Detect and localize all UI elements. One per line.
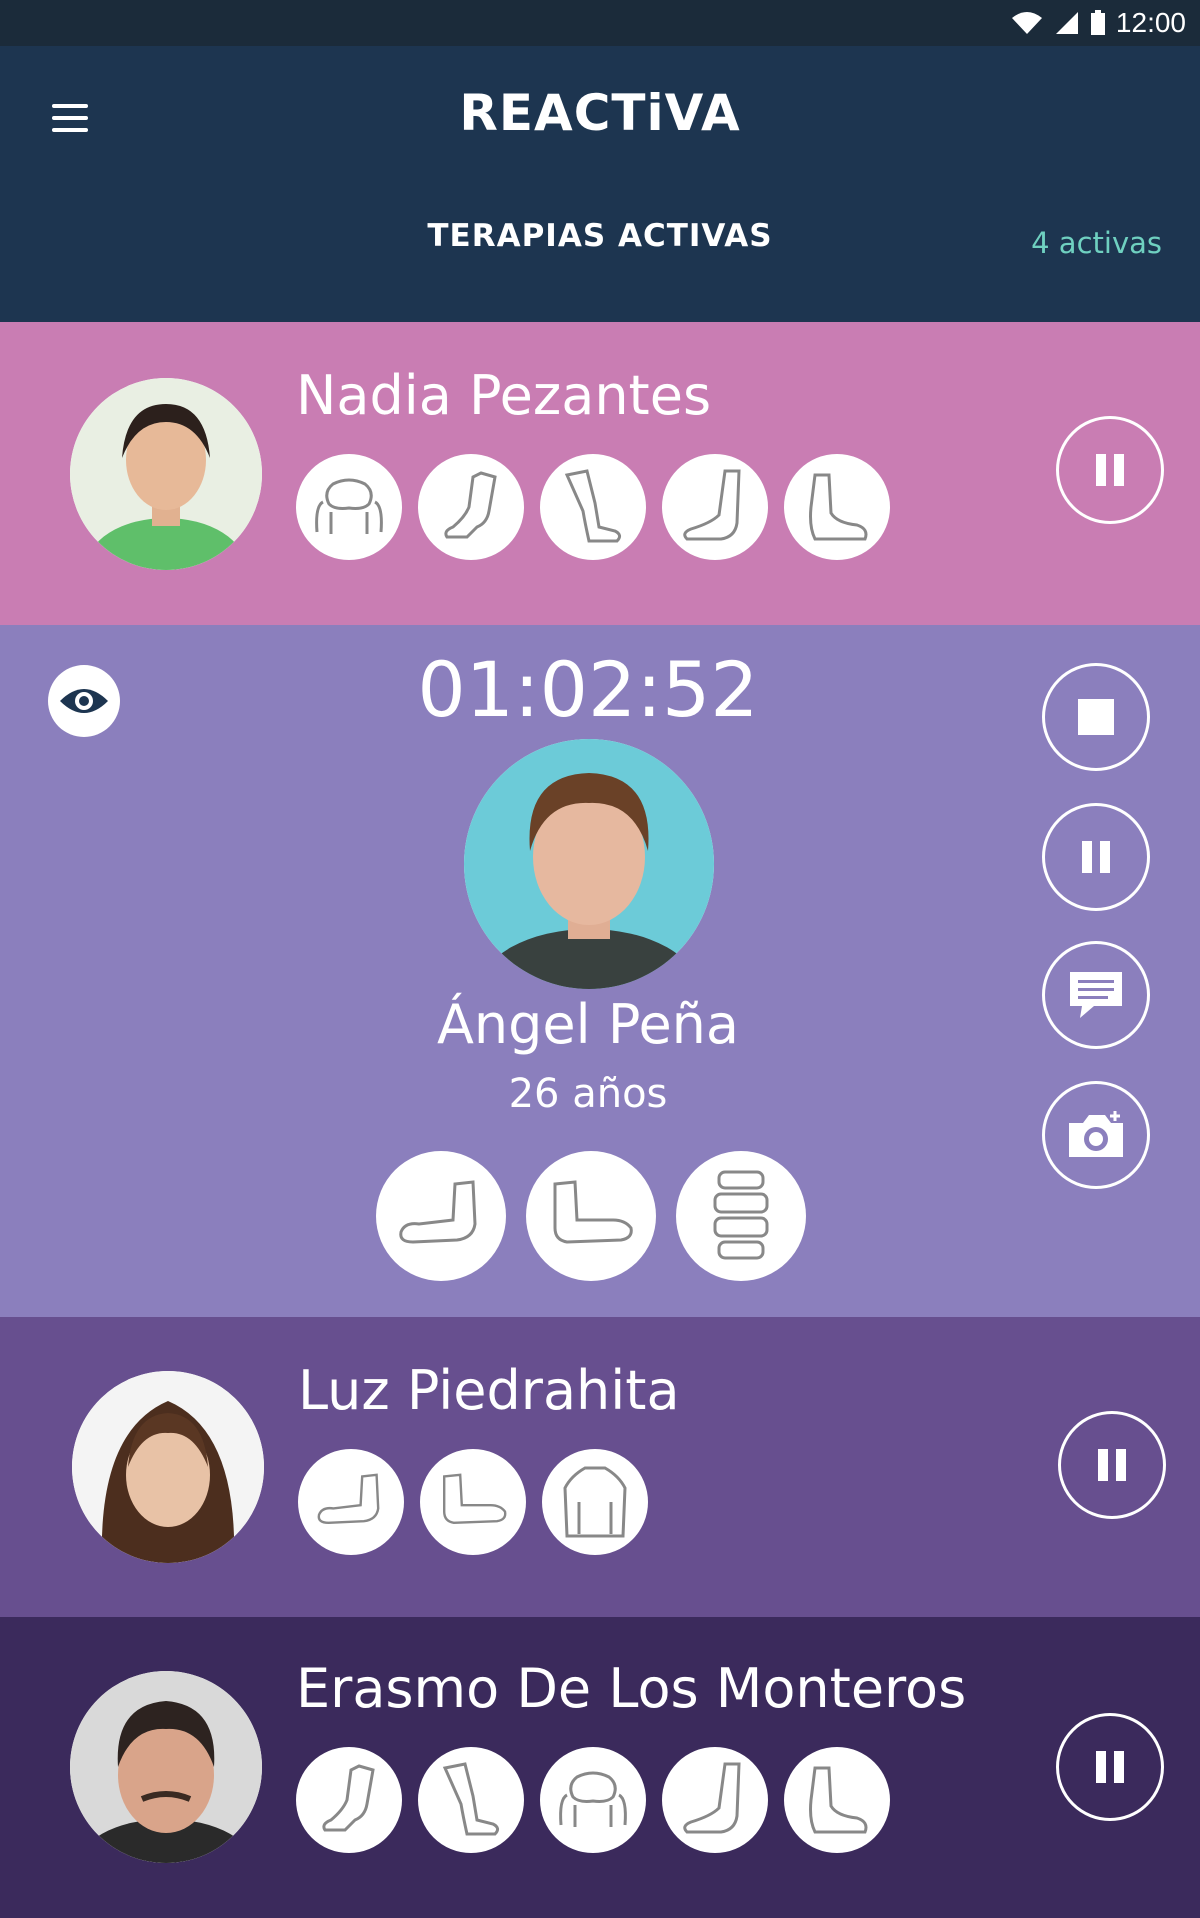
shoulders-icon[interactable] — [296, 454, 402, 560]
pause-button[interactable] — [1056, 1713, 1164, 1821]
back-icon[interactable] — [542, 1449, 648, 1555]
pause-button[interactable] — [1042, 803, 1150, 911]
message-button[interactable] — [1042, 941, 1150, 1049]
shoulders-icon[interactable] — [540, 1747, 646, 1853]
wifi-icon — [1010, 10, 1044, 36]
leg-icon[interactable] — [418, 1747, 524, 1853]
arm-icon[interactable] — [420, 1449, 526, 1555]
avatar — [70, 1671, 262, 1863]
page-title: TERAPIAS ACTIVAS — [427, 218, 773, 254]
therapy-card[interactable]: Nadia Pezantes — [0, 322, 1200, 625]
stop-button[interactable] — [1042, 663, 1150, 771]
therapy-card[interactable]: Erasmo De Los Monteros — [0, 1617, 1200, 1918]
patient-name: Nadia Pezantes — [296, 364, 712, 427]
ankle-icon[interactable] — [662, 454, 768, 560]
patient-name: Luz Piedrahita — [298, 1359, 680, 1422]
therapy-card-expanded[interactable]: 01:02:52 Ángel Peña 26 años — [0, 625, 1200, 1317]
therapy-card[interactable]: Luz Piedrahita — [0, 1317, 1200, 1617]
patient-name: Ángel Peña — [436, 993, 739, 1056]
avatar — [70, 378, 262, 570]
ankle-icon[interactable] — [662, 1747, 768, 1853]
status-time: 12:00 — [1115, 7, 1186, 38]
session-timer: 01:02:52 — [417, 645, 759, 734]
foot-icon[interactable] — [784, 454, 890, 560]
elbow-icon[interactable] — [376, 1151, 506, 1281]
pause-button[interactable] — [1058, 1411, 1166, 1519]
signal-icon — [1054, 10, 1080, 36]
status-bar: 12:00 — [0, 0, 1200, 46]
avatar — [464, 739, 714, 989]
foot-icon[interactable] — [784, 1747, 890, 1853]
pause-button[interactable] — [1056, 416, 1164, 524]
leg-icon[interactable] — [540, 454, 646, 560]
app-header: REACTiVA TERAPIAS ACTIVAS 4 activas — [0, 46, 1200, 322]
app-logo: REACTiVA — [459, 84, 741, 142]
knee-icon[interactable] — [296, 1747, 402, 1853]
battery-icon — [1090, 10, 1106, 36]
arm-icon[interactable] — [526, 1151, 656, 1281]
patient-age: 26 años — [508, 1071, 668, 1117]
camera-button[interactable] — [1042, 1081, 1150, 1189]
active-count: 4 activas — [1031, 226, 1162, 260]
patient-name: Erasmo De Los Monteros — [296, 1657, 967, 1720]
knee-icon[interactable] — [418, 454, 524, 560]
elbow-icon[interactable] — [298, 1449, 404, 1555]
avatar — [72, 1371, 264, 1563]
spine-icon[interactable] — [676, 1151, 806, 1281]
